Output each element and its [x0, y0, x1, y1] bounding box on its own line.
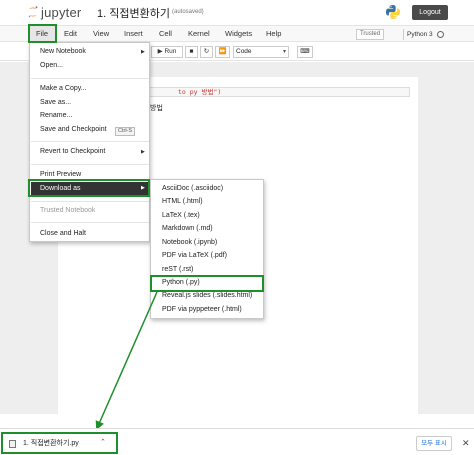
menu-divider [31, 222, 149, 223]
menu-help[interactable]: Help [266, 26, 281, 42]
download-pdf-latex[interactable]: PDF via LaTeX (.pdf) [162, 251, 227, 261]
highlight-python-py [150, 275, 264, 292]
stop-icon: ■ [189, 48, 194, 55]
save-shortcut-badge: Ctrl-S [115, 127, 136, 136]
restart-run-all-button[interactable]: ⏩ [215, 46, 230, 58]
download-rest[interactable]: reST (.rst) [162, 265, 193, 275]
menu-item-open[interactable]: Open... [40, 61, 63, 71]
menu-item-save-as[interactable]: Save as... [40, 98, 71, 108]
notebook-title[interactable]: 1. 직접변환하기 [97, 5, 170, 21]
keyboard-icon: ⌨ [300, 48, 310, 55]
download-markdown[interactable]: Markdown (.md) [162, 224, 213, 234]
menubar: File Edit View Insert Cell Kernel Widget… [0, 25, 474, 42]
menu-widgets[interactable]: Widgets [225, 26, 252, 42]
menu-divider [31, 201, 149, 202]
menu-edit[interactable]: Edit [64, 26, 77, 42]
menu-insert[interactable]: Insert [124, 26, 143, 42]
restart-icon: ↻ [203, 48, 210, 55]
menu-item-close-halt[interactable]: Close and Halt [40, 229, 86, 239]
cell-type-select[interactable]: Code ▾ [233, 46, 289, 58]
show-all-button[interactable]: 모두 표시 [416, 436, 452, 451]
trusted-badge[interactable]: Trusted [356, 29, 384, 40]
highlight-file-menu [28, 24, 57, 43]
highlight-downloaded-file [1, 432, 118, 454]
kernel-indicator: Python 3 [403, 29, 433, 40]
menu-divider [31, 164, 149, 165]
close-icon[interactable]: ✕ [462, 437, 470, 449]
menu-item-new-notebook[interactable]: New Notebook [40, 47, 86, 57]
submenu-arrow-icon: ▶ [141, 149, 145, 155]
download-html[interactable]: HTML (.html) [162, 197, 203, 207]
download-notebook[interactable]: Notebook (.ipynb) [162, 238, 217, 248]
kernel-status-icon [437, 31, 444, 38]
menu-item-make-copy[interactable]: Make a Copy... [40, 84, 87, 94]
interrupt-button[interactable]: ■ [185, 46, 198, 58]
highlight-download-as [28, 179, 150, 197]
chevron-down-icon: ▾ [282, 49, 286, 55]
download-asciidoc[interactable]: AsciiDoc (.asciidoc) [162, 184, 223, 194]
menu-cell[interactable]: Cell [159, 26, 172, 42]
notebook-header: jupyter 1. 직접변환하기 (autosaved) Logout [0, 0, 474, 24]
fast-forward-icon: ⏩ [218, 48, 227, 55]
submenu-arrow-icon: ▶ [141, 49, 145, 55]
cell-type-value: Code [236, 48, 252, 55]
run-label: Run [164, 48, 177, 55]
menu-item-save-checkpoint[interactable]: Save and Checkpoint [40, 125, 107, 135]
play-icon: ▶ [157, 48, 163, 55]
menu-item-rename[interactable]: Rename... [40, 111, 72, 121]
download-as-submenu: AsciiDoc (.asciidoc) HTML (.html) LaTeX … [150, 179, 264, 319]
restart-button[interactable]: ↻ [200, 46, 213, 58]
menu-kernel[interactable]: Kernel [188, 26, 210, 42]
code-cell-input[interactable]: to py 방법") [148, 87, 410, 97]
autosave-status: (autosaved) [172, 9, 204, 15]
logo-wordmark: jupyter [41, 5, 82, 20]
shelf-gap [182, 414, 474, 428]
logout-button[interactable]: Logout [412, 5, 448, 20]
menu-item-trusted-notebook: Trusted Notebook [40, 207, 96, 214]
file-menu: New Notebook ▶ Open... Make a Copy... Sa… [29, 42, 150, 242]
menu-item-revert-checkpoint[interactable]: Revert to Checkpoint [40, 147, 105, 157]
code-cell-output: 방법 [150, 105, 163, 112]
download-pdf-pyppeteer[interactable]: PDF via pyppeteer (.html) [162, 305, 242, 315]
jupyter-orbit-icon [28, 6, 38, 18]
download-latex[interactable]: LaTeX (.tex) [162, 211, 200, 221]
run-button[interactable]: ▶ Run [151, 46, 183, 58]
command-palette-button[interactable]: ⌨ [297, 46, 313, 58]
menu-divider [31, 141, 149, 142]
menu-divider [31, 78, 149, 79]
python-logo-icon [386, 5, 400, 19]
menu-view[interactable]: View [93, 26, 109, 42]
download-revealjs[interactable]: Reveal.js slides (.slides.html) [162, 291, 252, 301]
